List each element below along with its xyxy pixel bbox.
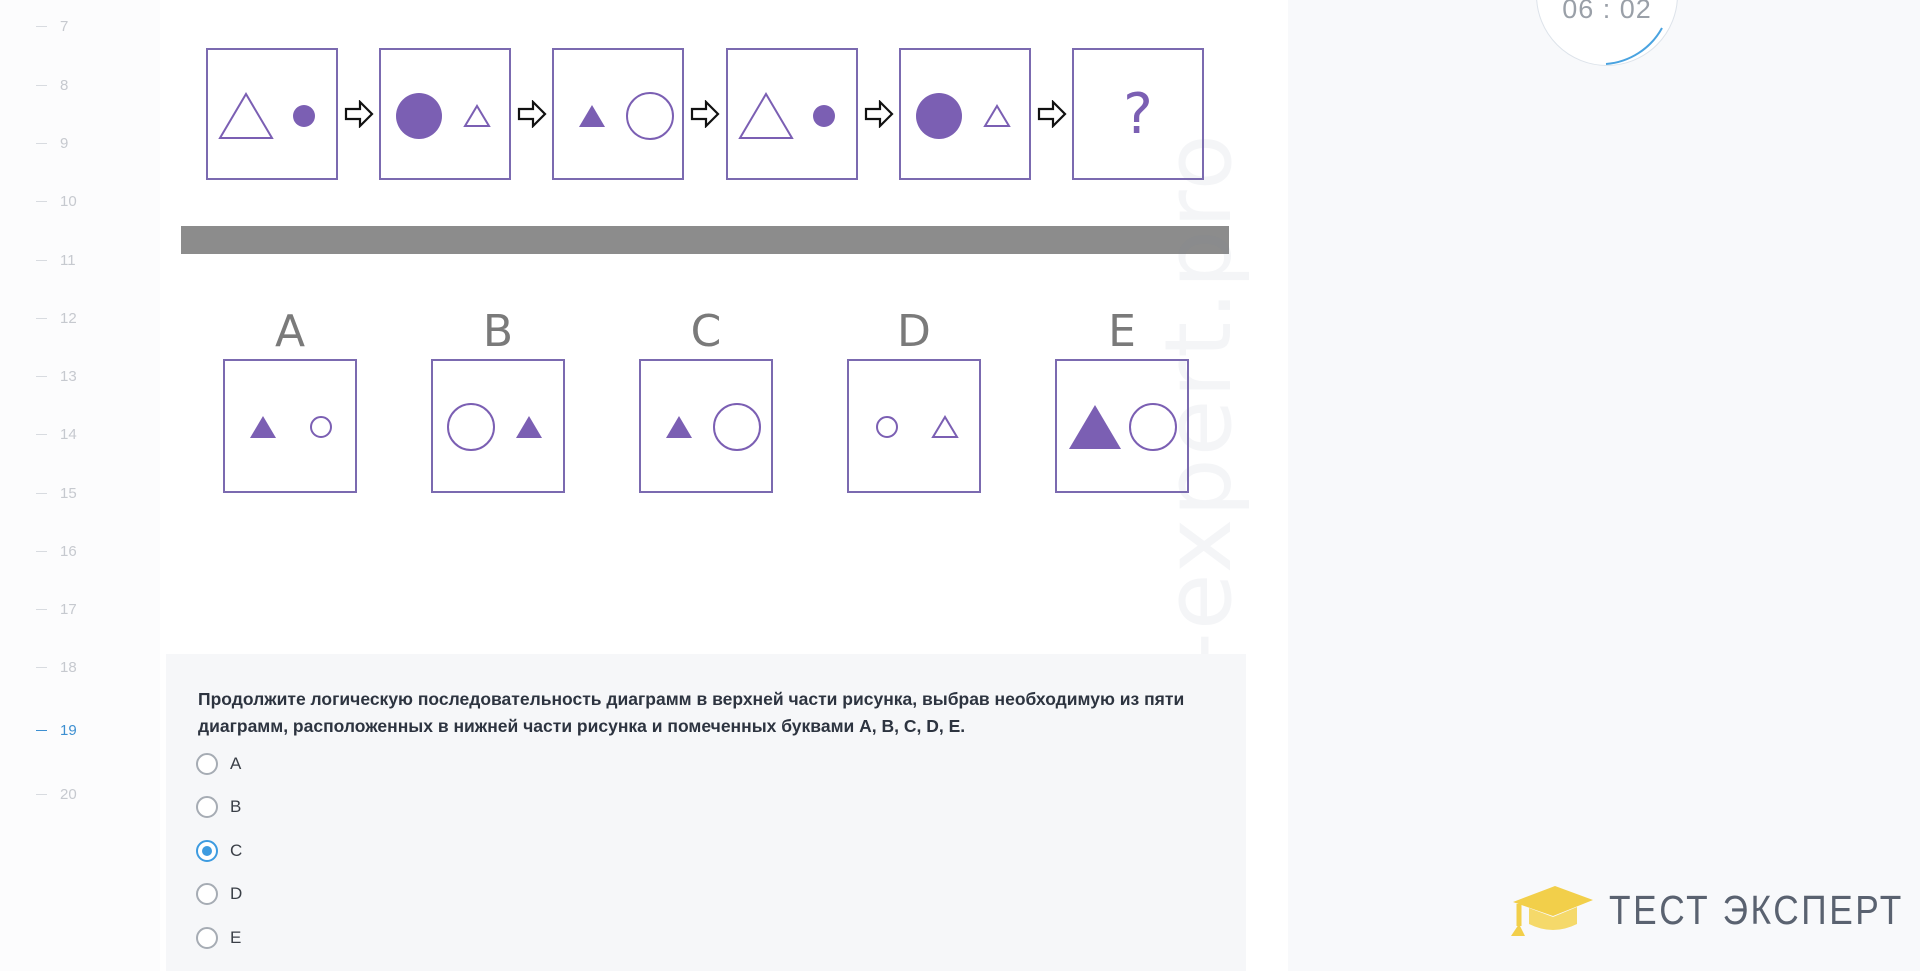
outline-circle-icon [447,403,495,451]
outline-circle-icon [713,403,761,451]
diagram-shapes [447,403,542,451]
answer-label: B [230,797,242,816]
logo-text: ТЕСТ ЭКСПЕРТ [1609,886,1904,933]
rail-tick [36,793,47,795]
diagram-shapes [579,92,674,140]
brand-logo: ТЕСТ ЭКСПЕРТ [1505,880,1920,940]
answer-option-c[interactable]: C [196,837,242,865]
filled-triangle-icon [250,416,276,438]
outline-circle-icon [876,416,898,438]
puzzle-figure: ? ABCDE [0,0,1288,650]
filled-circle-icon [916,93,962,139]
answer-label: A [230,754,242,773]
outline-triangle-icon [738,92,794,139]
diagram-shapes [396,93,491,139]
arrow-right-icon [517,100,547,128]
question-card: Продолжите логическую последовательность… [166,654,1246,971]
outline-triangle-icon [983,104,1011,127]
sequence-box [726,48,858,180]
rail-item[interactable]: 20 [36,784,77,804]
diagram-shapes [916,93,1011,139]
option-diagram-b [431,359,565,493]
answer-option-b[interactable]: B [196,793,241,821]
right-panel [1288,0,1920,971]
arrow-right-icon [1037,100,1067,128]
option-letter: D [897,306,931,357]
answer-label: D [230,884,243,903]
rail-number: 19 [60,721,77,739]
outline-circle-icon [626,92,674,140]
rail-tick [36,729,47,731]
diagram-shapes [738,92,835,139]
outline-triangle-icon [931,415,959,438]
answer-option-d[interactable]: D [196,880,242,908]
radio-d[interactable] [196,883,218,905]
filled-triangle-icon [516,416,542,438]
radio-c[interactable] [196,840,218,862]
radio-a[interactable] [196,753,218,775]
filled-circle-icon [396,93,442,139]
diagram-shapes [876,415,959,438]
option-diagram-d [847,359,981,493]
filled-triangle-icon [579,105,605,127]
rail-number: 18 [60,658,77,676]
sequence-box [206,48,338,180]
answer-label: C [230,841,243,860]
question-text: Продолжите логическую последовательность… [198,689,1185,736]
arrow-right-icon [690,100,720,128]
rail-tick [36,666,47,668]
outline-triangle-icon [218,92,274,139]
rail-item[interactable]: 18 [36,657,77,677]
option-letter: C [690,306,722,357]
outline-circle-icon [310,416,332,438]
filled-circle-icon [293,105,315,127]
diagram-shapes [666,403,761,451]
radio-b[interactable] [196,796,218,818]
radio-e[interactable] [196,927,218,949]
diagram-shapes [250,416,332,438]
rail-item-active[interactable]: 19 [36,720,77,740]
sequence-box [379,48,511,180]
filled-triangle-icon [666,416,692,438]
answer-label: E [230,928,242,947]
sequence-box [899,48,1031,180]
option-letter: B [482,306,514,357]
answer-option-a[interactable]: A [196,750,241,778]
answer-option-e[interactable]: E [196,924,241,952]
graduation-cap-icon [1511,886,1593,936]
arrow-right-icon [344,100,374,128]
option-diagram-a [223,359,357,493]
rail-number: 20 [60,785,77,803]
filled-triangle-icon [1069,405,1121,449]
filled-circle-icon [813,105,835,127]
timer-text: 06 : 02 [1562,0,1652,24]
arrow-right-icon [864,100,894,128]
diagram-shapes [218,92,315,139]
figure-divider [181,226,1229,254]
outline-triangle-icon [463,104,491,127]
option-letter: A [274,306,306,357]
option-diagram-c [639,359,773,493]
sequence-box [552,48,684,180]
